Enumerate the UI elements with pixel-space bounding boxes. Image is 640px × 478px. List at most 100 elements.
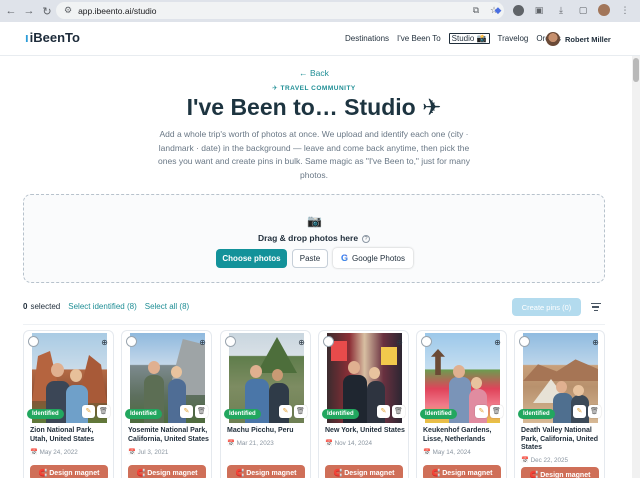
photo-card[interactable]: ⊕ Identified ✎ 🗑 New York, United States…: [318, 330, 409, 478]
select-checkbox[interactable]: [519, 336, 530, 347]
nav-studio[interactable]: Studio 📸: [448, 33, 490, 44]
reload-icon[interactable]: ↻: [40, 4, 54, 18]
identified-badge: Identified: [420, 409, 457, 419]
edit-icon[interactable]: ✎: [180, 405, 193, 418]
download-icon[interactable]: ⤓: [554, 3, 568, 17]
photo-card[interactable]: ⊕ Identified ✎ 🗑 Zion National Park, Uta…: [23, 330, 114, 478]
extensions-puzzle-icon[interactable]: ▣: [532, 3, 546, 17]
scrollbar-thumb[interactable]: [633, 58, 639, 82]
nav-travelog[interactable]: Travelog: [498, 34, 529, 43]
browser-profile-avatar[interactable]: [598, 4, 610, 16]
photo-grid: ⊕ Identified ✎ 🗑 Zion National Park, Uta…: [23, 330, 613, 478]
google-photos-label: Google Photos: [352, 253, 405, 263]
card-place: Death Valley National Park, California, …: [521, 427, 599, 451]
photo-dropzone[interactable]: 📷 Drag & drop photos here? Choose photos…: [23, 194, 605, 283]
selected-count: 0: [23, 302, 28, 311]
edit-icon[interactable]: ✎: [475, 405, 488, 418]
select-checkbox[interactable]: [28, 336, 39, 347]
edit-icon[interactable]: ✎: [82, 405, 95, 418]
divider: [23, 324, 605, 325]
logo-text: iBeenTo: [29, 30, 80, 45]
identified-badge: Identified: [224, 409, 261, 419]
site-header: ı iBeenTo Destinations I've Been To Stud…: [0, 22, 640, 56]
nav-ive-been-to[interactable]: I've Been To: [397, 34, 441, 43]
extension-tag-icon[interactable]: ◆: [491, 3, 505, 17]
logo[interactable]: ı iBeenTo: [25, 30, 80, 45]
choose-photos-button[interactable]: Choose photos: [216, 249, 287, 268]
site-settings-icon[interactable]: ⚙: [64, 5, 72, 16]
trash-icon[interactable]: 🗑: [97, 405, 110, 418]
url-text: app.ibeento.ai/studio: [78, 5, 157, 16]
select-checkbox[interactable]: [225, 336, 236, 347]
card-date: 📅 Dec 22, 2025: [521, 457, 569, 464]
identified-badge: Identified: [322, 409, 359, 419]
back-arrow-icon[interactable]: ←: [4, 4, 18, 18]
design-magnet-button[interactable]: 🧲 Design magnet: [227, 465, 305, 478]
forward-arrow-icon[interactable]: →: [22, 4, 36, 18]
zoom-icon[interactable]: ⊕: [296, 337, 307, 348]
design-magnet-button[interactable]: 🧲 Design magnet: [128, 465, 206, 478]
filter-icon[interactable]: [586, 298, 605, 316]
trash-icon[interactable]: 🗑: [490, 405, 503, 418]
zoom-icon[interactable]: ⊕: [394, 337, 405, 348]
design-magnet-button[interactable]: 🧲 Design magnet: [325, 465, 403, 478]
install-app-icon[interactable]: ⧉: [470, 3, 482, 17]
avatar: [546, 32, 560, 46]
camera-icon: 📷: [307, 214, 322, 228]
photo-card[interactable]: ⊕ Identified ✎ 🗑 Yosemite National Park,…: [121, 330, 212, 478]
zoom-icon[interactable]: ⊕: [492, 337, 503, 348]
help-icon[interactable]: ?: [362, 235, 371, 243]
browser-menu-icon[interactable]: ⋮: [618, 3, 632, 17]
zoom-icon[interactable]: ⊕: [99, 337, 110, 348]
edit-icon[interactable]: ✎: [573, 405, 586, 418]
nav-destinations[interactable]: Destinations: [345, 34, 389, 43]
design-magnet-button[interactable]: 🧲 Design magnet: [30, 465, 108, 478]
select-checkbox[interactable]: [421, 336, 432, 347]
back-link[interactable]: ← Back: [0, 68, 628, 78]
photo-card[interactable]: ⊕ Identified ✎ 🗑 Machu Picchu, Peru 📅 Ma…: [220, 330, 311, 478]
page-description: Add a whole trip's worth of photos at on…: [158, 129, 470, 180]
design-magnet-button[interactable]: 🧲 Design magnet: [521, 467, 599, 478]
select-all-link[interactable]: Select all (8): [145, 302, 189, 311]
identified-badge: Identified: [27, 409, 64, 419]
select-identified-link[interactable]: Select identified (8): [68, 302, 136, 311]
design-magnet-button[interactable]: 🧲 Design magnet: [423, 465, 501, 478]
card-date: 📅 Mar 21, 2023: [227, 440, 274, 447]
card-place: Zion National Park, Utah, United States: [30, 427, 95, 443]
logo-mark-icon: ı: [25, 30, 29, 45]
photo-card[interactable]: ⊕ Identified ✎ 🗑 Keukenhof Gardens, Liss…: [416, 330, 507, 478]
user-name: Robert Miller: [565, 34, 611, 44]
trash-icon[interactable]: 🗑: [392, 405, 405, 418]
card-place: Keukenhof Gardens, Lisse, Netherlands: [423, 427, 492, 443]
main-nav: Destinations I've Been To Studio 📸 Trave…: [345, 33, 569, 44]
card-date: 📅 Jul 3, 2021: [128, 449, 169, 456]
trash-icon[interactable]: 🗑: [588, 405, 601, 418]
identified-badge: Identified: [125, 409, 162, 419]
address-bar[interactable]: ⚙ app.ibeento.ai/studio ⧉ ☆: [56, 2, 504, 19]
user-profile[interactable]: Robert Miller: [546, 32, 611, 46]
edit-icon[interactable]: ✎: [377, 405, 390, 418]
sidebar-icon[interactable]: ▢: [576, 3, 590, 17]
eyebrow-label: ✈ TRAVEL COMMUNITY: [272, 85, 356, 92]
page-title: I've Been to… Studio ✈: [186, 94, 442, 120]
card-place: New York, United States: [325, 427, 405, 434]
card-date: 📅 Nov 14, 2024: [325, 440, 373, 447]
trash-icon[interactable]: 🗑: [195, 405, 208, 418]
paste-button[interactable]: Paste: [292, 249, 328, 268]
photo-card[interactable]: ⊕ Identified ✎ 🗑 Death Valley National P…: [514, 330, 605, 478]
selected-text: selected: [30, 302, 61, 311]
card-date: 📅 May 14, 2024: [423, 449, 471, 456]
edit-icon[interactable]: ✎: [279, 405, 292, 418]
trash-icon[interactable]: 🗑: [294, 405, 307, 418]
select-checkbox[interactable]: [126, 336, 137, 347]
google-photos-button[interactable]: G Google Photos: [333, 248, 413, 268]
zoom-icon[interactable]: ⊕: [197, 337, 208, 348]
zoom-icon[interactable]: ⊕: [590, 337, 601, 348]
extension-circle-icon[interactable]: [513, 4, 524, 16]
create-pins-button[interactable]: Create pins (0): [512, 298, 581, 316]
page-scrollbar[interactable]: [632, 56, 640, 478]
card-date: 📅 May 24, 2022: [30, 449, 78, 456]
dropzone-label-text: Drag & drop photos here: [257, 233, 359, 243]
select-checkbox[interactable]: [323, 336, 334, 347]
browser-toolbar: ← → ↻ ⚙ app.ibeento.ai/studio ⧉ ☆ ◆ ▣ ⤓ …: [0, 0, 640, 22]
